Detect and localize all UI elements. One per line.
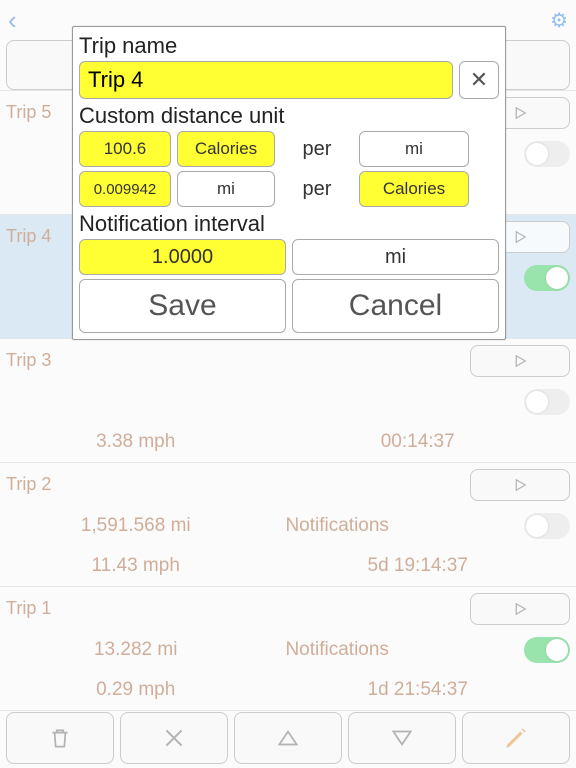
notifications-toggle[interactable] <box>524 389 570 415</box>
trip-header[interactable]: Trip 1 <box>0 586 576 630</box>
trip-name: Trip 3 <box>6 350 470 371</box>
save-button[interactable]: Save <box>79 279 286 333</box>
custom-unit-label: Custom distance unit <box>79 103 499 129</box>
notifications-label: Notifications <box>285 515 389 537</box>
trip-distance: 13.282 mi <box>6 639 265 661</box>
per-label: per <box>281 178 353 201</box>
trip-time: 5d 19:14:37 <box>265 555 570 577</box>
trip-name-input[interactable] <box>79 61 453 99</box>
trip-name: Trip 1 <box>6 598 470 619</box>
edit-button[interactable] <box>462 712 570 764</box>
trip-time: 00:14:37 <box>265 431 570 453</box>
trip-speed: 11.43 mph <box>6 555 265 577</box>
unit-base-1[interactable]: mi <box>359 131 469 167</box>
trip-distance: 1,591.568 mi <box>6 515 265 537</box>
play-button[interactable] <box>470 345 570 377</box>
play-button[interactable] <box>470 469 570 501</box>
notifications-toggle[interactable] <box>524 141 570 167</box>
clear-name-button[interactable]: ✕ <box>459 61 499 99</box>
clear-button[interactable] <box>120 712 228 764</box>
unit-name-2-input[interactable]: Calories <box>359 171 469 207</box>
interval-label: Notification interval <box>79 211 499 237</box>
notifications-toggle[interactable] <box>524 513 570 539</box>
interval-unit[interactable]: mi <box>292 239 499 275</box>
interval-value-input[interactable]: 1.0000 <box>79 239 286 275</box>
notifications-toggle[interactable] <box>524 637 570 663</box>
close-icon: ✕ <box>470 67 488 93</box>
trip-header[interactable]: Trip 2 <box>0 462 576 506</box>
edit-trip-dialog: Trip name ✕ Custom distance unit 100.6 C… <box>72 26 506 340</box>
trip-speed: 3.38 mph <box>6 431 265 453</box>
trip-time: 1d 21:54:37 <box>265 679 570 701</box>
unit-base-2[interactable]: mi <box>177 171 275 207</box>
trip-name-label: Trip name <box>79 33 499 59</box>
move-up-button[interactable] <box>234 712 342 764</box>
play-button[interactable] <box>470 593 570 625</box>
bottom-toolbar <box>0 712 576 764</box>
trip-name: Trip 2 <box>6 474 470 495</box>
notifications-label: Notifications <box>285 639 389 661</box>
trip-header[interactable]: Trip 3 <box>0 338 576 382</box>
unit-value-2-input[interactable]: 0.009942 <box>79 171 171 207</box>
notifications-toggle[interactable] <box>524 265 570 291</box>
unit-value-1-input[interactable]: 100.6 <box>79 131 171 167</box>
gear-icon[interactable]: ⚙ <box>550 8 568 33</box>
per-label: per <box>281 138 353 161</box>
back-icon[interactable]: ‹ <box>8 7 17 33</box>
delete-button[interactable] <box>6 712 114 764</box>
move-down-button[interactable] <box>348 712 456 764</box>
trip-speed: 0.29 mph <box>6 679 265 701</box>
unit-name-1-input[interactable]: Calories <box>177 131 275 167</box>
cancel-button[interactable]: Cancel <box>292 279 499 333</box>
